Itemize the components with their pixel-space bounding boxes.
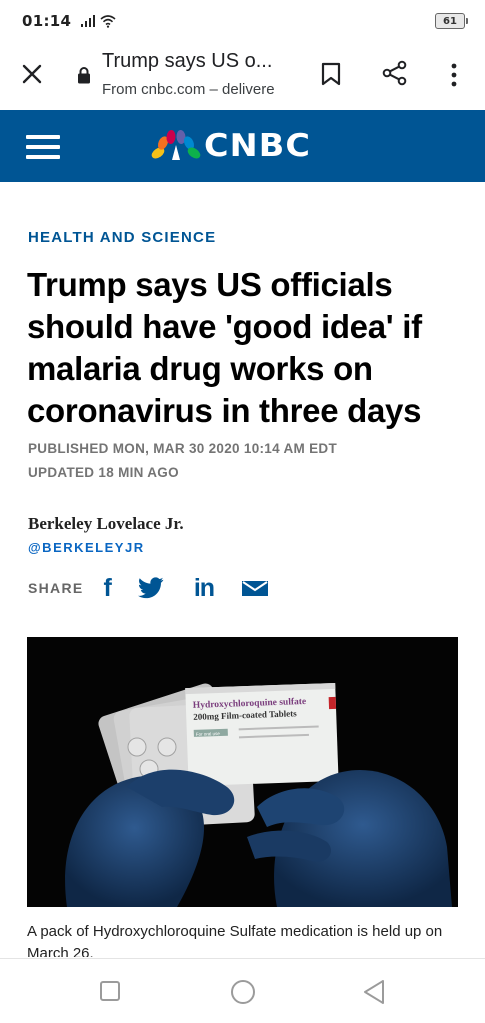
- close-icon[interactable]: [20, 62, 44, 86]
- published-date: PUBLISHED MON, MAR 30 2020 10:14 AM EDT: [28, 441, 338, 456]
- browser-toolbar: Trump says US o... From cnbc.com – deliv…: [0, 42, 485, 110]
- photo-caption: A pack of Hydroxychloroquine Sulfate med…: [27, 923, 443, 957]
- battery-indicator: 61: [435, 13, 468, 29]
- page-source[interactable]: From cnbc.com – delivere: [102, 81, 290, 98]
- status-bar: 01:14 61: [0, 0, 485, 42]
- author-handle[interactable]: @BERKELEYJR: [28, 540, 145, 555]
- article-photo[interactable]: Hydroxychloroquine sulfate 200mg Film-co…: [27, 637, 458, 907]
- menu-icon[interactable]: [26, 135, 60, 159]
- page-title[interactable]: Trump says US o...: [102, 50, 292, 73]
- cnbc-logo[interactable]: CNBC: [150, 128, 310, 164]
- email-icon[interactable]: [242, 579, 269, 597]
- linkedin-icon[interactable]: in: [194, 574, 215, 603]
- twitter-icon[interactable]: [137, 577, 164, 599]
- share-icon[interactable]: [382, 60, 408, 86]
- home-button[interactable]: [231, 980, 255, 1004]
- share-row: SHARE f in: [28, 574, 269, 603]
- site-header: CNBC: [0, 110, 485, 182]
- more-options-icon[interactable]: [447, 62, 461, 88]
- section-label[interactable]: HEALTH AND SCIENCE: [28, 229, 216, 246]
- status-time: 01:14: [22, 12, 72, 30]
- article-headline: Trump says US officials should have 'goo…: [27, 266, 422, 429]
- facebook-icon[interactable]: f: [104, 574, 112, 603]
- wifi-icon: [100, 15, 116, 28]
- box-label-small: For oral use: [196, 731, 221, 737]
- back-button[interactable]: [362, 979, 386, 1005]
- logo-text: CNBC: [204, 128, 312, 164]
- author-name[interactable]: Berkeley Lovelace Jr.: [28, 514, 184, 534]
- peacock-icon: [151, 130, 201, 160]
- updated-time: UPDATED 18 MIN AGO: [28, 465, 179, 480]
- hydroxychloroquine-pack-image: Hydroxychloroquine sulfate 200mg Film-co…: [27, 637, 458, 907]
- system-nav-bar: [0, 958, 485, 1023]
- bookmark-icon[interactable]: [321, 62, 341, 86]
- signal-icon: [81, 15, 96, 27]
- lock-icon: [78, 67, 90, 84]
- recent-apps-button[interactable]: [100, 981, 120, 1001]
- share-label: SHARE: [28, 580, 84, 596]
